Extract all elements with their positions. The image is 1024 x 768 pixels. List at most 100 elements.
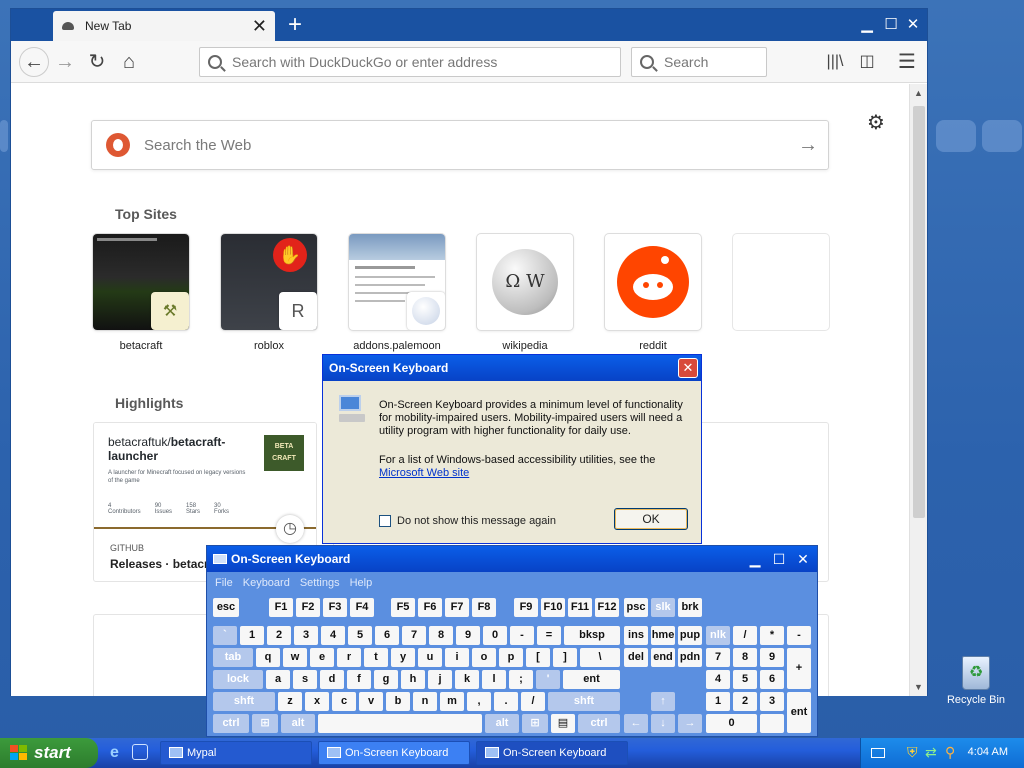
menu-settings[interactable]: Settings — [300, 577, 340, 589]
key-tab[interactable]: tab — [213, 648, 253, 667]
key-F2[interactable]: F2 — [296, 598, 320, 617]
ie-quicklaunch-icon[interactable]: e — [110, 744, 119, 762]
key-space[interactable] — [318, 714, 482, 733]
key-shft[interactable]: shft — [548, 692, 620, 711]
key--[interactable]: - — [510, 626, 534, 645]
key-f[interactable]: f — [347, 670, 371, 689]
key-b[interactable]: b — [386, 692, 410, 711]
key-alt[interactable]: alt — [485, 714, 519, 733]
key-F10[interactable]: F10 — [541, 598, 565, 617]
taskbar-item-osk[interactable]: On-Screen Keyboard — [318, 741, 470, 765]
key-ins[interactable]: ins — [624, 626, 648, 645]
recycle-bin[interactable]: ♻ Recycle Bin — [944, 656, 1008, 706]
key-3[interactable]: 3 — [760, 692, 784, 711]
key-'[interactable]: ' — [536, 670, 560, 689]
key-alt[interactable]: alt — [281, 714, 315, 733]
key-/[interactable]: / — [733, 626, 757, 645]
key-i[interactable]: i — [445, 648, 469, 667]
top-site-empty-slot[interactable] — [733, 234, 829, 330]
key-↑[interactable]: ↑ — [651, 692, 675, 711]
checkbox[interactable] — [379, 515, 391, 527]
menu-help[interactable]: Help — [350, 577, 373, 589]
web-search-box[interactable]: Search the Web → — [91, 120, 829, 170]
key-hme[interactable]: hme — [651, 626, 675, 645]
key-3[interactable]: 3 — [294, 626, 318, 645]
key-⊞[interactable]: ⊞ — [522, 714, 548, 733]
key--[interactable]: - — [787, 626, 811, 645]
key-shft[interactable]: shft — [213, 692, 275, 711]
dont-show-checkbox[interactable]: Do not show this message again — [379, 515, 556, 527]
osk-minimize-button[interactable]: ▁ — [745, 549, 765, 569]
key-↓[interactable]: ↓ — [651, 714, 675, 733]
key-y[interactable]: y — [391, 648, 415, 667]
key-x[interactable]: x — [305, 692, 329, 711]
key-;[interactable]: ; — [509, 670, 533, 689]
reload-button[interactable]: ↻ — [85, 50, 109, 74]
search-bar[interactable]: Search — [631, 47, 767, 77]
new-tab-button[interactable]: + — [283, 12, 307, 38]
desktop-quicklaunch-icon[interactable] — [132, 744, 148, 760]
menu-icon[interactable]: ☰ — [895, 50, 919, 74]
menu-keyboard[interactable]: Keyboard — [243, 577, 290, 589]
top-site-addons-palemoon[interactable]: addons.palemoon — [349, 234, 445, 352]
close-tab-icon[interactable]: ✕ — [252, 17, 267, 35]
search-icon[interactable]: ⚲ — [945, 744, 955, 761]
key-d[interactable]: d — [320, 670, 344, 689]
key-numpad-enter[interactable]: ent — [787, 692, 811, 733]
key-nlk[interactable]: nlk — [706, 626, 730, 645]
back-button[interactable]: ← — [19, 47, 49, 77]
taskbar-item-osk[interactable]: On-Screen Keyboard — [476, 741, 628, 765]
key-pdn[interactable]: pdn — [678, 648, 702, 667]
key-=[interactable]: = — [537, 626, 561, 645]
key-ctrl[interactable]: ctrl — [213, 714, 249, 733]
key-ctrl[interactable]: ctrl — [578, 714, 620, 733]
key-g[interactable]: g — [374, 670, 398, 689]
key-l[interactable]: l — [482, 670, 506, 689]
gear-icon[interactable]: ⚙ — [867, 110, 885, 135]
key-7[interactable]: 7 — [402, 626, 426, 645]
scroll-down-icon[interactable]: ▼ — [910, 680, 927, 694]
key-n[interactable]: n — [413, 692, 437, 711]
key-esc[interactable]: esc — [213, 598, 239, 617]
key-⊞[interactable]: ⊞ — [252, 714, 278, 733]
key-1[interactable]: 1 — [240, 626, 264, 645]
key-F6[interactable]: F6 — [418, 598, 442, 617]
key-lock[interactable]: lock — [213, 670, 263, 689]
key-bksp[interactable]: bksp — [564, 626, 620, 645]
key-a[interactable]: a — [266, 670, 290, 689]
key-r[interactable]: r — [337, 648, 361, 667]
microsoft-web-site-link[interactable]: Microsoft Web site — [379, 467, 469, 479]
key-slk[interactable]: slk — [651, 598, 675, 617]
ok-button[interactable]: OK — [614, 508, 688, 530]
key-0[interactable]: 0 — [706, 714, 757, 733]
key-8[interactable]: 8 — [429, 626, 453, 645]
key-c[interactable]: c — [332, 692, 356, 711]
key-numpad-plus[interactable]: + — [787, 648, 811, 689]
key-/[interactable]: / — [521, 692, 545, 711]
key-ent[interactable]: ent — [563, 670, 620, 689]
key-F11[interactable]: F11 — [568, 598, 592, 617]
osk-close-button[interactable]: ✕ — [793, 549, 813, 569]
key-u[interactable]: u — [418, 648, 442, 667]
key-F9[interactable]: F9 — [514, 598, 538, 617]
key-1[interactable]: 1 — [706, 692, 730, 711]
url-bar[interactable]: Search with DuckDuckGo or enter address — [199, 47, 621, 77]
key-e[interactable]: e — [310, 648, 334, 667]
key-o[interactable]: o — [472, 648, 496, 667]
key-←[interactable]: ← — [624, 714, 648, 733]
key-.[interactable]: . — [494, 692, 518, 711]
key-F4[interactable]: F4 — [350, 598, 374, 617]
key-4[interactable]: 4 — [706, 670, 730, 689]
key-0[interactable]: 0 — [483, 626, 507, 645]
start-button[interactable]: start — [0, 738, 98, 768]
key-space[interactable] — [760, 714, 784, 733]
key-6[interactable]: 6 — [760, 670, 784, 689]
top-site-betacraft[interactable]: ⚒ betacraft — [93, 234, 189, 352]
key-p[interactable]: p — [499, 648, 523, 667]
key-q[interactable]: q — [256, 648, 280, 667]
top-site-wikipedia[interactable]: Ω W wikipedia — [477, 234, 573, 352]
key-F5[interactable]: F5 — [391, 598, 415, 617]
key-brk[interactable]: brk — [678, 598, 702, 617]
taskbar-item-mypal[interactable]: Mypal — [160, 741, 312, 765]
key-5[interactable]: 5 — [348, 626, 372, 645]
